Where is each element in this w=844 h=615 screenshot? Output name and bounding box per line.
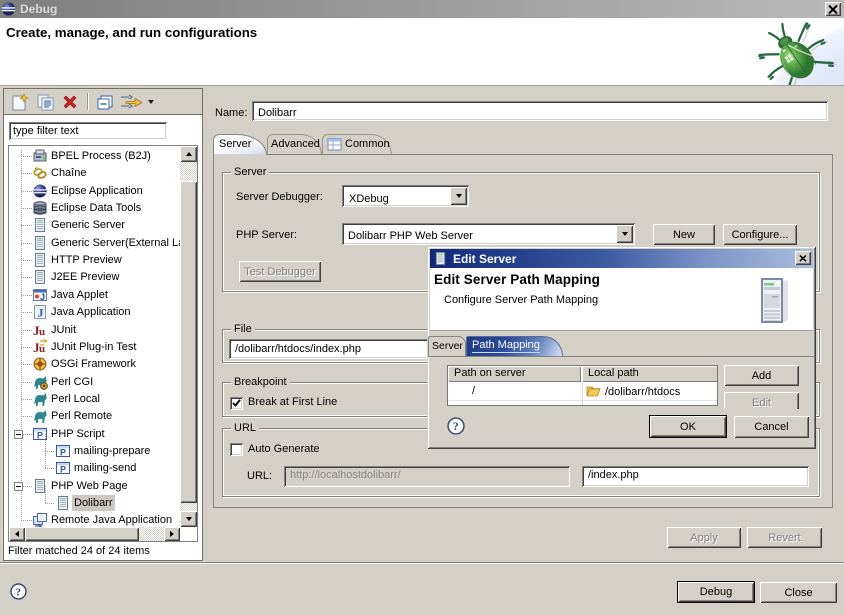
svg-text:?: ? — [453, 420, 459, 433]
svg-text:?: ? — [16, 587, 22, 599]
svg-text:J: J — [40, 292, 45, 302]
svg-text:J: J — [38, 306, 44, 320]
